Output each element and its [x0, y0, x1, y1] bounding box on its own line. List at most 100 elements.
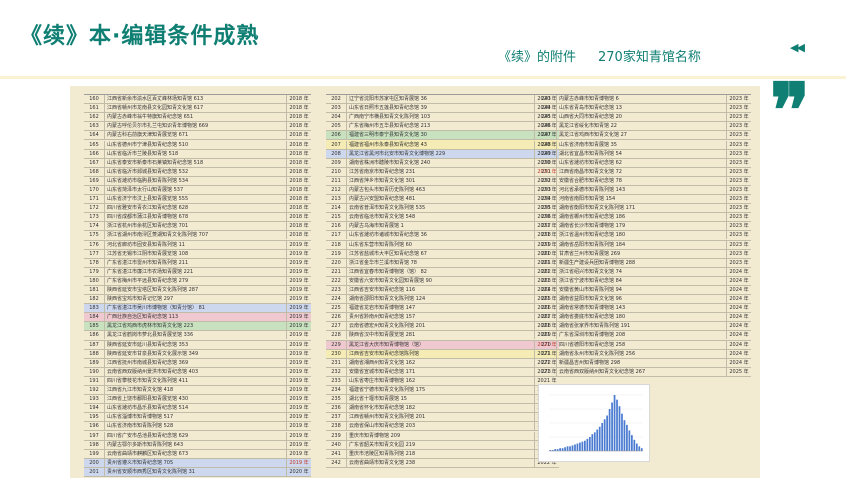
row-year: 2018 年	[286, 231, 311, 240]
table-row: 173 四川省成都市蒲江县知青博物馆 678 2018 年	[84, 213, 311, 223]
museum-name: 陕西省延安市甘泉县知青文化展示馆 349	[107, 350, 199, 357]
table-row: 208 黑龙江省黑河市北安市知青文化博物馆 229 2020 年	[326, 149, 559, 159]
museum-name: 云南省曲靖市知青文化馆 238	[349, 459, 416, 466]
museum-name: 江西省宜春市知青博物馆（馆） 82	[349, 268, 427, 275]
row-number: 208	[326, 149, 347, 158]
museum-name: 山东省济南市知青陈列馆 528	[107, 423, 174, 430]
row-year: 2018 年	[286, 158, 311, 167]
table-row: 215 云南省临沧市知青文化馆 548 2020 年	[326, 213, 559, 223]
table-row: 239重庆市知青博物馆 2092022 年	[326, 431, 559, 441]
row-year: 2023 年	[726, 167, 751, 176]
row-number: 214	[326, 204, 347, 213]
table-row: 197 四川省广安市岳池县知青纪念馆 629 2019 年	[84, 431, 311, 441]
table-row: 263 浙江省宁波市知青纪念馆 84 2024 年	[536, 276, 751, 286]
table-row: 165 山东省德州市宁津县知青纪念馆 510 2018 年	[84, 140, 311, 150]
chart-bar	[584, 440, 586, 451]
row-number: 238	[326, 422, 347, 431]
row-year: 2018 年	[286, 222, 311, 231]
museum-name: 贵州省安顺市西秀区知青文化陈列馆 31	[107, 468, 195, 475]
prev-slide-icon[interactable]: ◀◀	[790, 41, 805, 54]
museum-name: 广东省湛江市廉江市农场知青展馆 221	[107, 268, 194, 275]
row-year: 2019 年	[286, 322, 311, 331]
row-number: 255	[536, 204, 557, 213]
table-row: 262 浙江省绍兴市知青文化馆 74 2024 年	[536, 267, 751, 277]
table-row: 194 山东省潍坊市昌乐县知青纪念馆 514 2019 年	[84, 404, 311, 414]
museum-name: 广东省韶关市知青文化园 219	[349, 441, 416, 448]
museum-name: 广东省深圳市知青博物馆 208	[559, 332, 626, 339]
row-number: 265	[536, 295, 557, 304]
table-row: 241重庆市涪陵区知青陈列馆 2182022 年	[326, 449, 559, 459]
row-number: 231	[326, 358, 347, 367]
museum-name: 云南省德宏州知青文化陈列馆 201	[349, 323, 426, 330]
row-year: 2018 年	[286, 95, 311, 104]
row-year: 2024 年	[726, 267, 751, 276]
page-title: 《续》本·编辑条件成熟	[20, 24, 260, 49]
museum-name: 福建省宁德市知青文化陈列馆 175	[349, 387, 426, 394]
table-row: 164 内蒙古科右前旗天津知青展览馆 671 2018 年	[84, 131, 311, 141]
row-number: 270	[536, 340, 557, 349]
row-number: 216	[326, 222, 347, 231]
museum-name: 山东省东营市知青陈列馆 60	[349, 241, 412, 248]
row-year: 2024 年	[726, 295, 751, 304]
row-year: 2018 年	[286, 149, 311, 158]
table-row: 248 山东省济南市知青展馆 35 2023 年	[536, 140, 751, 150]
museum-name: 福建省三明市泰宁县知青文化馆 30	[349, 132, 427, 139]
museum-name: 湖南省常德市知青博物馆 143	[559, 305, 626, 312]
row-year: 2019 年	[286, 349, 311, 358]
row-year: 2023 年	[726, 113, 751, 122]
museum-name: 内蒙古鄂尔多斯市知青陈列馆 643	[107, 441, 184, 448]
table-row: 202 辽宁省沈阳市苏家屯区知青展馆 36 2020 年	[326, 95, 559, 105]
row-number: 260	[536, 249, 557, 258]
museum-name: 江西省赣州市知青文化陈列馆 201	[349, 414, 426, 421]
row-year: 2019 年	[286, 440, 311, 449]
row-number: 241	[326, 449, 347, 458]
museum-name: 福建省福州市永泰县知青纪念馆 43	[349, 141, 427, 148]
museum-name: 湖南省娄底市知青纪念馆 180	[559, 314, 626, 321]
museum-name: 浙江省绍兴市知青文化馆 74	[559, 268, 622, 275]
row-number: 184	[84, 313, 105, 322]
row-year: 2023 年	[726, 158, 751, 167]
table-row: 231 湖南省湘西州知青文化馆 162 2021 年	[326, 358, 559, 368]
row-number: 228	[326, 331, 347, 340]
row-number: 243	[536, 95, 557, 104]
row-number: 247	[536, 131, 557, 140]
museum-name: 福建省龙岩市知青博物馆 147	[349, 305, 416, 312]
museum-name: 山西省大同市知青纪念馆 20	[559, 114, 622, 121]
museum-name: 云南省普洱市知青文化陈列馆 535	[349, 205, 426, 212]
row-number: 164	[84, 131, 105, 140]
table-row: 247 黑龙江省鸡西市知青文化馆 27 2023 年	[536, 131, 751, 141]
row-year: 2023 年	[726, 240, 751, 249]
row-number: 264	[536, 286, 557, 295]
row-number: 225	[326, 304, 347, 313]
header-divider	[0, 76, 846, 79]
museum-name: 云南省保山市知青纪念馆 203	[349, 423, 416, 430]
table-row: 217 山东省潍坊市诸城市知青纪念馆 36 2021 年	[326, 231, 559, 241]
row-number: 198	[84, 440, 105, 449]
museum-name: 陕西省宝鸡市知青记忆馆 297	[107, 296, 174, 303]
museum-name: 江西省萍乡市知青文化馆 301	[349, 177, 416, 184]
table-row: 189 江西省抚州市南城县知青纪念馆 369 2019 年	[84, 358, 311, 368]
row-number: 235	[326, 395, 347, 404]
chart-bar	[564, 447, 566, 451]
distribution-chart-svg	[549, 394, 643, 452]
row-year: 2018 年	[286, 113, 311, 122]
row-number: 249	[536, 149, 557, 158]
row-year: 2024 年	[726, 331, 751, 340]
chart-bar	[554, 449, 557, 451]
row-number: 253	[536, 185, 557, 194]
row-year: 2019 年	[286, 367, 311, 376]
row-number: 183	[84, 304, 105, 313]
museum-name: 湖南省湘西州知青文化馆 162	[349, 359, 416, 366]
table-row: 181 陕西省延安市宝塔区知青文化陈列馆 287 2019 年	[84, 286, 311, 296]
chart-bar	[566, 446, 569, 451]
table-column-3: 243 内蒙古赤峰市知青博物馆 6 2023 年 244 山东省青岛市知青纪念馆 13 2…	[536, 94, 751, 377]
row-number: 209	[326, 158, 347, 167]
museum-name: 安徽省合肥市知青纪念馆 78	[559, 177, 622, 184]
chart-bar	[628, 430, 631, 451]
row-number: 167	[84, 158, 105, 167]
row-number: 173	[84, 213, 105, 222]
museum-name: 新疆生产建设兵团知青博物馆 288	[559, 259, 636, 266]
museum-name: 湖南省邵阳市知青文化陈列馆 124	[349, 296, 426, 303]
table-row: 186 黑龙江省鹤岗市萝北县知青展览馆 336 2019 年	[84, 331, 311, 341]
row-number: 233	[326, 376, 347, 385]
